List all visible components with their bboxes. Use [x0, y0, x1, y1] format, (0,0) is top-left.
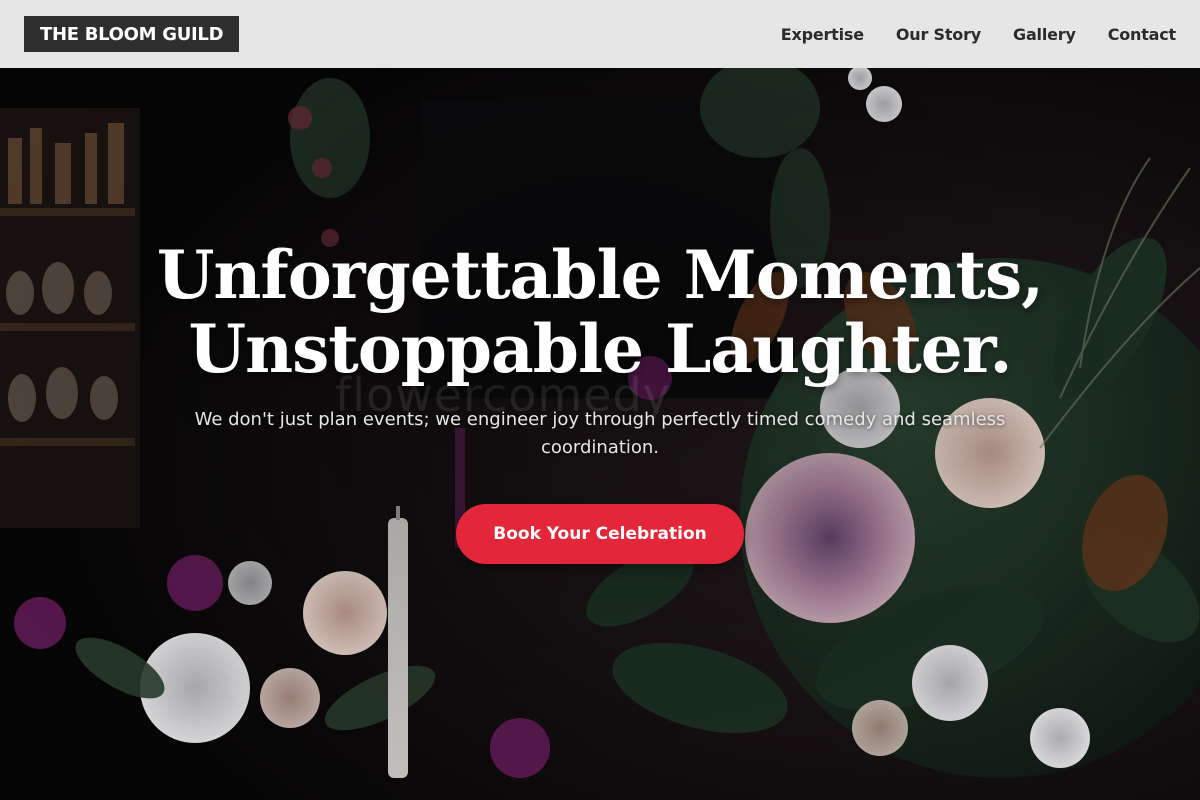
brand-logo-text: THE BLOOM GUILD: [40, 23, 224, 45]
nav-link-our-story[interactable]: Our Story: [896, 25, 981, 44]
nav-link-contact[interactable]: Contact: [1108, 25, 1177, 44]
nav-link-expertise[interactable]: Expertise: [781, 25, 864, 44]
brand-logo[interactable]: THE BLOOM GUILD: [24, 16, 240, 52]
book-celebration-button[interactable]: Book Your Celebration: [456, 504, 744, 564]
hero-title: Unforgettable Moments, Unstoppable Laugh…: [156, 236, 1044, 388]
hero-section: flowercomedy Unforgettable Moments, Unst…: [0, 68, 1200, 800]
nav-link-gallery[interactable]: Gallery: [1013, 25, 1076, 44]
site-header: THE BLOOM GUILD Expertise Our Story Gall…: [0, 0, 1200, 68]
hero-subtitle: We don't just plan events; we engineer j…: [194, 409, 1006, 458]
main-nav: Expertise Our Story Gallery Contact: [781, 25, 1176, 44]
hero-content: Unforgettable Moments, Unstoppable Laugh…: [0, 238, 1200, 564]
hero-title-line-2: Unstoppable Laughter.: [188, 310, 1013, 388]
hero-title-line-1: Unforgettable Moments,: [156, 236, 1044, 314]
